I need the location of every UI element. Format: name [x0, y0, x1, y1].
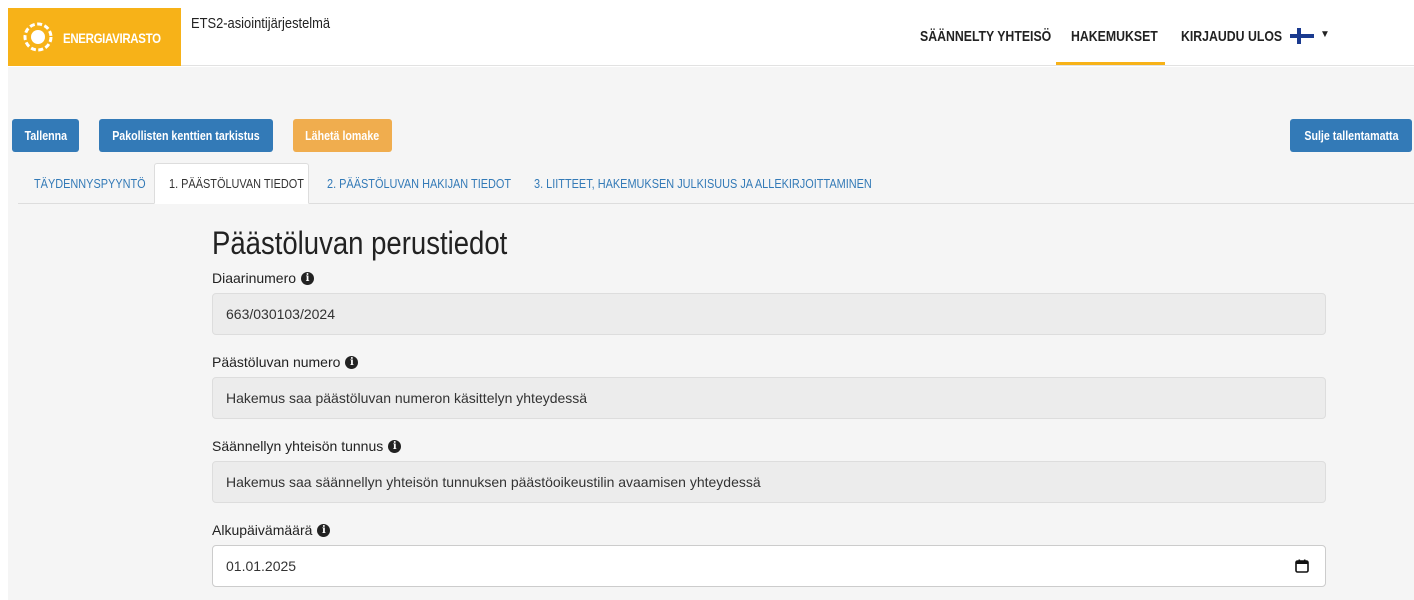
paastoluvan-numero-field: Hakemus saa päästöluvan numeron käsittel…	[212, 377, 1326, 419]
page-title: Päästöluvan perustiedot	[212, 225, 508, 261]
date-value: 01.01.2025	[226, 558, 297, 574]
calendar-icon[interactable]	[1295, 559, 1309, 573]
active-nav-indicator	[1056, 62, 1165, 65]
nav-saannelty-yhteiso[interactable]: SÄÄNNELTY YHTEISÖ	[920, 28, 1051, 45]
tab-liitteet[interactable]: 3. LIITTEET, HAKEMUKSEN JULKISUUS JA ALL…	[518, 163, 918, 204]
tab-paastoluvan-tiedot[interactable]: 1. PÄÄSTÖLUVAN TIEDOT	[154, 163, 309, 204]
logo-text: ENERGIAVIRASTO	[63, 30, 161, 46]
info-icon[interactable]: i	[317, 523, 331, 537]
tab-taydennyspyynto[interactable]: TÄYDENNYSPYYNTÖ	[18, 163, 152, 204]
yhteison-tunnus-field: Hakemus saa säännellyn yhteisön tunnukse…	[212, 461, 1326, 503]
app-header: ENERGIAVIRASTO ETS2-asiointijärjestelmä …	[8, 8, 1414, 66]
language-dropdown-caret-icon[interactable]: ▼	[1320, 29, 1330, 40]
save-button[interactable]: Tallenna	[12, 119, 79, 152]
app-title: ETS2-asiointijärjestelmä	[191, 15, 331, 32]
field-label-alkupaivamaara: Alkupäivämäärä i	[212, 522, 331, 538]
info-icon[interactable]: i	[388, 439, 402, 453]
field-label-yhteison-tunnus: Säännellyn yhteisön tunnus i	[212, 438, 402, 454]
tab-hakijan-tiedot[interactable]: 2. PÄÄSTÖLUVAN HAKIJAN TIEDOT	[311, 163, 516, 204]
required-fields-check-button[interactable]: Pakollisten kenttien tarkistus	[99, 119, 273, 152]
field-label-paastoluvan-numero: Päästöluvan numero i	[212, 354, 359, 370]
nav-kirjaudu-ulos[interactable]: KIRJAUDU ULOS	[1181, 28, 1282, 45]
field-label-diaarinumero: Diaarinumero i	[212, 270, 315, 286]
close-without-saving-button[interactable]: Sulje tallentamatta	[1290, 119, 1412, 152]
send-form-button[interactable]: Lähetä lomake	[293, 119, 392, 152]
diaarinumero-field: 663/030103/2024	[212, 293, 1326, 335]
energiavirasto-logo[interactable]: ENERGIAVIRASTO	[8, 8, 181, 66]
alkupaivamaara-date-input[interactable]: 01.01.2025	[212, 545, 1326, 587]
logo-icon	[23, 22, 53, 52]
nav-hakemukset[interactable]: HAKEMUKSET	[1071, 28, 1158, 45]
info-icon[interactable]: i	[345, 355, 359, 369]
info-icon[interactable]: i	[301, 271, 315, 285]
finland-flag-icon[interactable]	[1290, 28, 1314, 44]
